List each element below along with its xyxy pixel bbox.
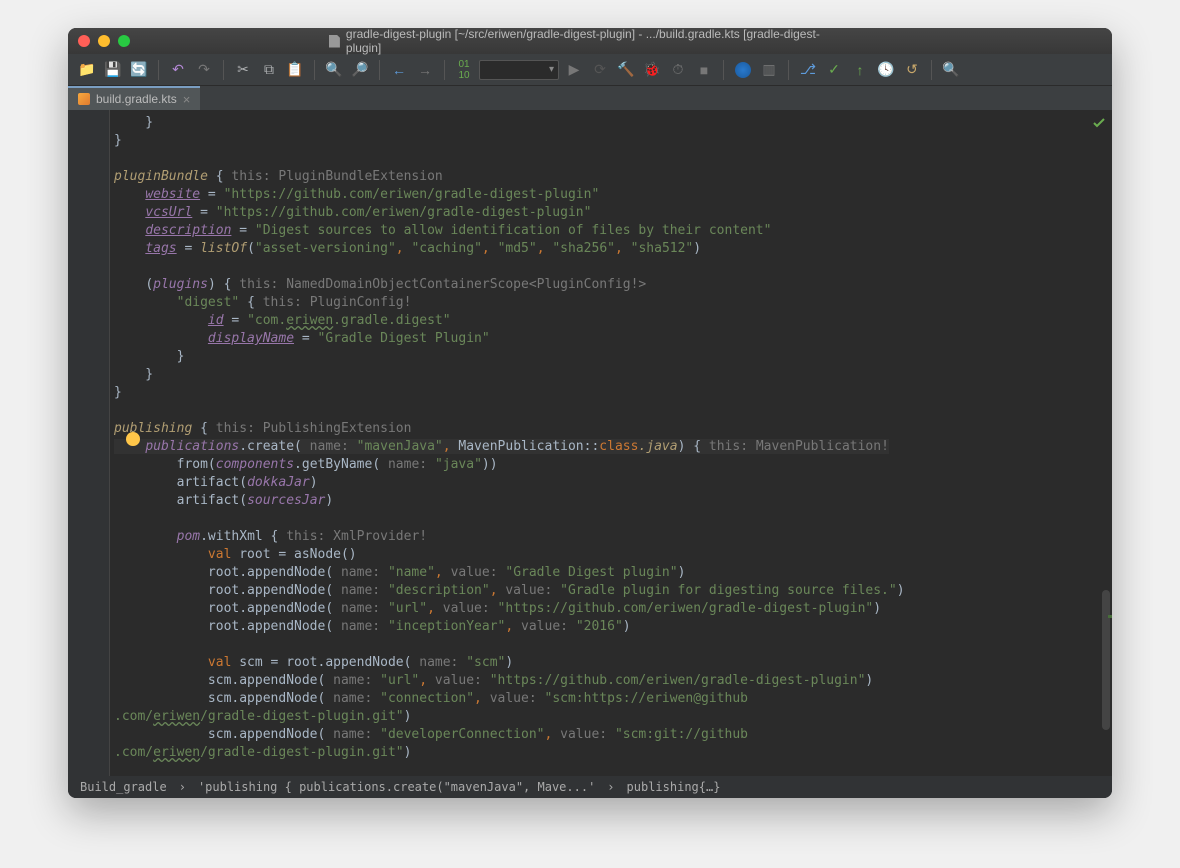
rollback-icon[interactable]: ↺ xyxy=(901,59,923,81)
back-icon[interactable]: ← xyxy=(388,59,410,81)
marker-stripe[interactable] xyxy=(1108,615,1112,618)
run-icon[interactable]: ▶ xyxy=(563,59,585,81)
copy-icon[interactable]: ⧉ xyxy=(258,59,280,81)
breadcrumb-bar[interactable]: Build_gradle › 'publishing { publication… xyxy=(68,776,1112,798)
code-content[interactable]: } } pluginBundle { this: PluginBundleExt… xyxy=(110,110,1112,776)
chevron-right-icon: › xyxy=(607,780,614,794)
title-bar[interactable]: gradle-digest-plugin [~/src/eriwen/gradl… xyxy=(68,28,1112,54)
tab-label: build.gradle.kts xyxy=(96,92,177,106)
commit-icon[interactable]: ✓ xyxy=(823,59,845,81)
run-config-combo[interactable]: ▾ xyxy=(479,60,559,80)
undo-icon[interactable]: ↶ xyxy=(167,59,189,81)
debug-icon[interactable]: 🐞 xyxy=(641,59,663,81)
replace-icon[interactable]: 🔎 xyxy=(349,59,371,81)
breadcrumb-item[interactable]: 'publishing { publications.create("maven… xyxy=(198,780,595,794)
main-toolbar: 📁 💾 🔄 ↶ ↷ ✂ ⧉ 📋 🔍 🔎 ← → 0110 ▾ ▶ ⟳ 🔨 🐞 ⏱… xyxy=(68,54,1112,86)
chevron-right-icon: › xyxy=(179,780,186,794)
inspect-icon[interactable]: 🔍 xyxy=(940,59,962,81)
intention-bulb-icon[interactable] xyxy=(126,432,140,446)
sync-icon[interactable]: ⟳ xyxy=(589,59,611,81)
cut-icon[interactable]: ✂ xyxy=(232,59,254,81)
minimize-icon[interactable] xyxy=(98,35,110,47)
vertical-scrollbar[interactable] xyxy=(1100,110,1112,776)
file-icon xyxy=(329,35,340,48)
stop-icon[interactable]: ■ xyxy=(693,59,715,81)
refresh-icon[interactable]: 🔄 xyxy=(128,59,150,81)
close-icon[interactable] xyxy=(78,35,90,47)
traffic-lights xyxy=(78,35,130,47)
forward-icon[interactable]: → xyxy=(414,59,436,81)
save-icon[interactable]: 💾 xyxy=(102,59,124,81)
bytecode-icon[interactable]: 0110 xyxy=(453,59,475,81)
profile-icon[interactable]: ⏱ xyxy=(667,59,689,81)
search-icon[interactable]: 🔍 xyxy=(323,59,345,81)
window-title: gradle-digest-plugin [~/src/eriwen/gradl… xyxy=(329,28,851,55)
ide-window: gradle-digest-plugin [~/src/eriwen/gradl… xyxy=(68,28,1112,798)
branch-icon[interactable]: ⎇ xyxy=(797,59,819,81)
zoom-icon[interactable] xyxy=(118,35,130,47)
close-icon[interactable]: × xyxy=(183,92,191,107)
push-icon[interactable]: ↑ xyxy=(849,59,871,81)
breadcrumb-item[interactable]: Build_gradle xyxy=(80,780,167,794)
editor-tabs: build.gradle.kts × xyxy=(68,86,1112,110)
kotlin-file-icon xyxy=(78,93,90,105)
breadcrumb-item[interactable]: publishing{…} xyxy=(627,780,721,794)
structure-icon[interactable]: ▥ xyxy=(758,59,780,81)
gutter[interactable] xyxy=(68,110,110,776)
build-icon[interactable]: 🔨 xyxy=(615,59,637,81)
scrollbar-thumb[interactable] xyxy=(1102,590,1110,730)
folder-open-icon[interactable]: 📁 xyxy=(76,59,98,81)
indicator-icon[interactable] xyxy=(732,59,754,81)
redo-icon[interactable]: ↷ xyxy=(193,59,215,81)
paste-icon[interactable]: 📋 xyxy=(284,59,306,81)
history-icon[interactable]: 🕓 xyxy=(875,59,897,81)
tab-build-gradle-kts[interactable]: build.gradle.kts × xyxy=(68,86,200,110)
editor[interactable]: } } pluginBundle { this: PluginBundleExt… xyxy=(68,110,1112,776)
